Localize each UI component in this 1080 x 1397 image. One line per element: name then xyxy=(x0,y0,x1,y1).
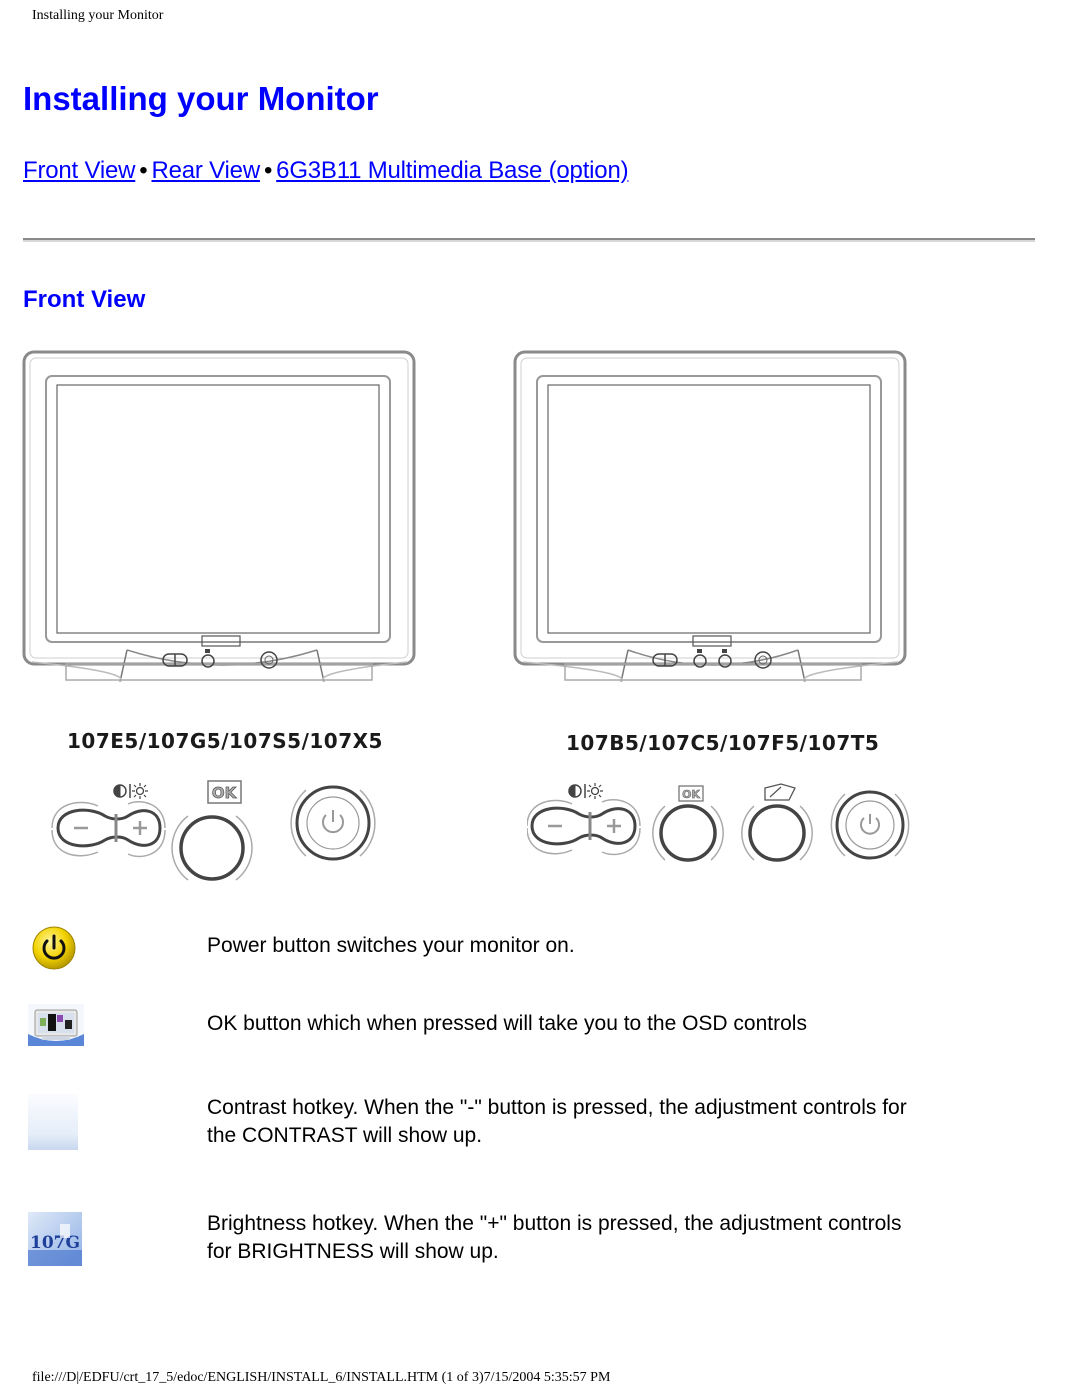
button-strip-1: OK xyxy=(50,778,380,893)
nav-link-multimedia-base[interactable]: 6G3B11 Multimedia Base (option) xyxy=(276,157,628,184)
contrast-icon xyxy=(28,1094,78,1155)
print-footer: file:///D|/EDFU/crt_17_5/edoc/ENGLISH/IN… xyxy=(32,1370,611,1385)
screen-adjust-label-icon xyxy=(764,783,796,801)
nav-link-rear-view[interactable]: Rear View xyxy=(151,157,260,184)
adjust-rocker-button[interactable] xyxy=(51,800,166,858)
ok-label-icon: OK xyxy=(207,780,242,804)
section-title-front-view: Front View xyxy=(23,286,146,313)
power-front-button[interactable] xyxy=(290,785,376,861)
description-text: Contrast hotkey. When the "-" button is … xyxy=(207,1096,907,1147)
ok-osd-icon xyxy=(28,1004,84,1051)
button-strip-2: OK xyxy=(526,778,917,883)
page-title: Installing your Monitor xyxy=(23,80,379,117)
svg-text:OK: OK xyxy=(682,788,700,801)
description-text: OK button which when pressed will take y… xyxy=(207,1012,807,1035)
print-header: Installing your Monitor xyxy=(32,8,164,23)
svg-text:OK: OK xyxy=(212,784,238,802)
nav-separator: • xyxy=(263,157,273,184)
monitor-front-illustration-1 xyxy=(22,350,417,682)
adjust-rocker-button[interactable] xyxy=(526,798,641,856)
power-icon xyxy=(28,924,78,977)
model-label-2: 107B5/107C5/107F5/107T5 xyxy=(566,731,880,755)
nav-link-front-view[interactable]: Front View xyxy=(23,157,135,184)
model-label-1: 107E5/107G5/107S5/107X5 xyxy=(67,729,383,753)
svg-text:107G: 107G xyxy=(30,1233,80,1253)
nav-separator: • xyxy=(139,157,148,184)
screen-adjust-front-button[interactable] xyxy=(741,804,813,862)
power-front-button[interactable] xyxy=(830,790,910,860)
monitor-front-illustration-2 xyxy=(513,350,909,682)
contrast-brightness-icon xyxy=(568,783,603,799)
brightness-icon: 107G xyxy=(28,1212,82,1271)
section-nav: Front View • Rear View • 6G3B11 Multimedia B… xyxy=(23,157,629,185)
contrast-brightness-icon xyxy=(113,783,148,799)
ok-front-button[interactable] xyxy=(171,815,253,881)
ok-front-button[interactable] xyxy=(652,804,724,862)
description-text: Power button switches your monitor on. xyxy=(207,934,575,957)
ok-label-icon: OK xyxy=(678,785,704,802)
description-text: Brightness hotkey. When the "+" button i… xyxy=(207,1212,902,1263)
horizontal-rule xyxy=(23,238,1035,242)
